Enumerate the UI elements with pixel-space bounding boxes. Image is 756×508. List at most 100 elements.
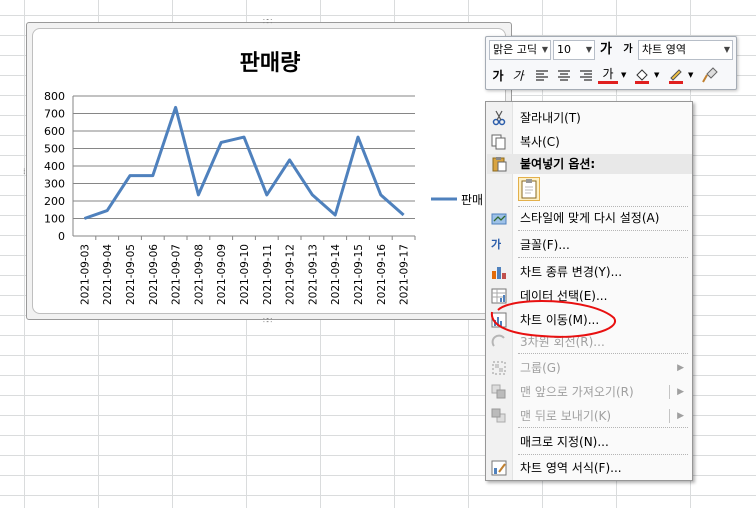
font-color-button[interactable]: 가 — [598, 64, 618, 84]
chevron-right-icon: ▶ — [677, 387, 684, 397]
menu-item-paste-options: 붙여넣기 옵션: — [486, 152, 692, 176]
chevron-right-icon: ▶ — [677, 411, 684, 421]
chart-plot[interactable]: 0 100 200 300 400 500 600 700 800 2021-09-03 2021-… — [33, 29, 507, 315]
italic-button[interactable]: 가 — [508, 66, 528, 86]
move-chart-icon — [491, 312, 507, 328]
menu-item-3d-rotation: 3차원 회전(R)... — [486, 330, 692, 354]
y-tick-label: 800 — [44, 90, 65, 103]
menu-label-paste-options: 붙여넣기 옵션: — [520, 157, 596, 171]
menu-item-reset-style[interactable]: 스타일에 맞게 다시 설정(A) — [486, 206, 692, 230]
menu-item-send-to-back: 맨 뒤로 보내기(K) ▶ — [486, 404, 692, 428]
menu-label-copy: 복사(C) — [520, 135, 560, 149]
menu-item-select-data[interactable]: 데이터 선택(E)... — [486, 284, 692, 308]
menu-separator — [518, 427, 688, 428]
chart-element-value: 차트 영역 — [642, 43, 686, 56]
grow-font-button[interactable]: 가 — [596, 40, 616, 60]
x-tick-label: 2021-09-03 — [79, 244, 91, 305]
select-data-icon — [491, 288, 507, 304]
menu-item-copy[interactable]: 복사(C) — [486, 130, 692, 154]
menu-label-reset-style: 스타일에 맞게 다시 설정(A) — [520, 211, 660, 225]
menu-label-move-chart: 차트 이동(M)... — [520, 313, 600, 327]
x-tick-label: 2021-09-06 — [148, 244, 160, 305]
menu-separator — [518, 230, 688, 231]
y-tick-label: 700 — [44, 108, 65, 121]
menu-label-format-chart-area: 차트 영역 서식(F)... — [520, 461, 622, 475]
font-name-value: 맑은 고딕 — [493, 43, 537, 56]
chart-object[interactable]: ∷∷ ∷∷ ⁞ 판매량 0 100 200 300 400 500 600 700 800 202… — [23, 18, 512, 325]
paste-icon — [491, 156, 507, 172]
menu-item-cut[interactable]: 잘라내기(T) — [486, 106, 692, 130]
menu-separator — [518, 454, 688, 455]
menu-label-font: 글꼴(F)... — [520, 238, 570, 252]
font-name-select[interactable]: 맑은 고딕 ▼ — [489, 40, 551, 60]
scissors-icon — [491, 110, 507, 126]
context-menu: 잘라내기(T) 복사(C) 붙여넣기 옵션: 스타일에 맞게 다시 설정(A) … — [485, 101, 693, 481]
x-tick-label: 2021-09-13 — [307, 244, 319, 305]
chart-element-select[interactable]: 차트 영역 ▼ — [638, 40, 733, 60]
x-tick-label: 2021-09-12 — [285, 244, 297, 305]
menu-label-send-to-back: 맨 뒤로 보내기(K) — [520, 409, 612, 423]
x-tick-label: 2021-09-16 — [376, 244, 388, 305]
x-tick-label: 2021-09-15 — [353, 244, 365, 305]
menu-label-change-chart-type: 차트 종류 변경(Y)... — [520, 265, 623, 279]
x-tick-label: 2021-09-08 — [193, 244, 205, 305]
menu-label-assign-macro: 매크로 지정(N)... — [520, 435, 609, 449]
format-painter-icon[interactable] — [700, 66, 720, 86]
chevron-down-icon[interactable]: ▼ — [688, 71, 693, 79]
outline-color-icon[interactable] — [666, 66, 686, 86]
send-to-back-icon — [491, 408, 507, 424]
fill-color-icon[interactable] — [632, 66, 652, 86]
y-tick-label: 0 — [58, 230, 65, 243]
paste-option-icon[interactable] — [518, 177, 540, 201]
y-tick-label: 300 — [44, 178, 65, 191]
chevron-down-icon[interactable]: ▼ — [654, 71, 659, 79]
font-icon: 가 — [491, 238, 502, 251]
x-tick-label: 2021-09-10 — [239, 244, 251, 305]
x-tick-label: 2021-09-04 — [102, 244, 114, 305]
chevron-right-icon: ▶ — [677, 363, 684, 373]
menu-item-format-chart-area[interactable]: 차트 영역 서식(F)... — [486, 456, 692, 480]
font-size-select[interactable]: 10 ▼ — [553, 40, 595, 60]
y-tick-label: 100 — [44, 213, 65, 226]
resize-handle-bottom[interactable]: ∷∷ — [263, 317, 272, 325]
copy-icon — [491, 134, 507, 150]
split-divider — [669, 385, 670, 399]
bold-button[interactable]: 가 — [488, 66, 508, 86]
y-tick-label: 600 — [44, 125, 65, 138]
align-center-icon[interactable] — [554, 66, 574, 86]
chevron-down-icon[interactable]: ▼ — [621, 71, 626, 79]
menu-item-move-chart[interactable]: 차트 이동(M)... — [486, 308, 692, 332]
menu-label-bring-to-front: 맨 앞으로 가져오기(R) — [520, 385, 634, 399]
chevron-down-icon: ▼ — [723, 45, 730, 54]
y-tick-label: 400 — [44, 160, 65, 173]
chart-type-icon — [491, 264, 507, 280]
legend-label: 판매 — [461, 193, 483, 207]
resize-handle-left[interactable]: ⁞ — [23, 168, 25, 176]
shrink-font-button[interactable]: 가 — [618, 40, 638, 60]
x-tick-label: 2021-09-07 — [171, 244, 183, 305]
menu-item-font[interactable]: 가 글꼴(F)... — [486, 233, 692, 257]
menu-item-assign-macro[interactable]: 매크로 지정(N)... — [486, 430, 692, 454]
font-size-value: 10 — [557, 43, 571, 56]
menu-label-group: 그룹(G) — [520, 361, 561, 375]
y-tick-label: 500 — [44, 143, 65, 156]
x-tick-label: 2021-09-14 — [330, 244, 342, 305]
x-tick-label: 2021-09-11 — [262, 244, 274, 305]
chevron-down-icon: ▼ — [585, 45, 592, 54]
menu-item-bring-to-front: 맨 앞으로 가져오기(R) ▶ — [486, 380, 692, 404]
split-divider — [669, 409, 670, 423]
x-tick-label: 2021-09-09 — [216, 244, 228, 305]
chart-area[interactable]: 판매량 0 100 200 300 400 500 600 700 800 2021-09-03 2… — [32, 28, 506, 314]
rotation-3d-icon — [491, 334, 507, 350]
mini-toolbar: 맑은 고딕 ▼ 10 ▼ 가 가 차트 영역 ▼ 가 가 가 ▼ ▼ ▼ — [485, 36, 737, 90]
reset-style-icon — [491, 210, 507, 226]
align-right-icon[interactable] — [576, 66, 596, 86]
y-tick-label: 200 — [44, 195, 65, 208]
resize-handle-top[interactable]: ∷∷ — [263, 18, 272, 26]
align-left-icon[interactable] — [532, 66, 552, 86]
menu-item-change-chart-type[interactable]: 차트 종류 변경(Y)... — [486, 260, 692, 284]
menu-separator — [518, 257, 688, 258]
menu-item-group: 그룹(G) ▶ — [486, 356, 692, 380]
x-tick-label: 2021-09-05 — [125, 244, 137, 305]
chevron-down-icon: ▼ — [541, 45, 548, 54]
